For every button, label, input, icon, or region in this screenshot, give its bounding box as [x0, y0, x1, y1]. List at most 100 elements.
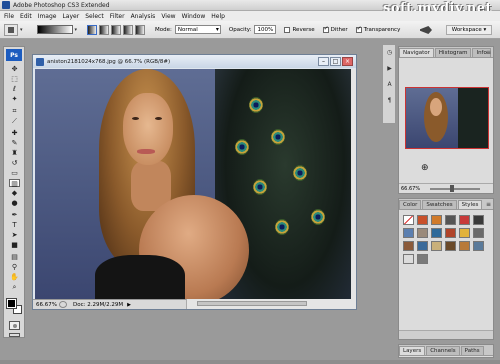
style-swatch[interactable]: [459, 215, 470, 225]
lasso-tool-icon[interactable]: ℓ: [9, 85, 20, 93]
notes-tool-icon[interactable]: ▤: [9, 253, 20, 261]
history-brush-tool-icon[interactable]: ↺: [9, 159, 20, 167]
menu-edit[interactable]: Edit: [20, 13, 32, 20]
tab-swatches[interactable]: Swatches: [422, 200, 457, 209]
pen-tool-icon[interactable]: ✒: [9, 211, 20, 219]
panel-menu-icon[interactable]: ≡: [486, 49, 491, 56]
reflected-gradient-button[interactable]: [123, 24, 134, 35]
gradient-picker[interactable]: [36, 25, 73, 34]
foreground-color-swatch[interactable]: [6, 298, 17, 309]
minimize-button[interactable]: –: [318, 57, 329, 66]
document-title-bar[interactable]: aniston2181024x768.jpg @ 66.7% (RGB/8#) …: [33, 55, 356, 68]
style-swatch[interactable]: [431, 241, 442, 251]
healing-brush-tool-icon[interactable]: ✚: [9, 129, 20, 137]
vertical-scrollbar[interactable]: [351, 69, 356, 301]
style-swatch[interactable]: [459, 228, 470, 238]
quick-mask-button[interactable]: [9, 321, 20, 330]
reverse-checkbox[interactable]: Reverse: [284, 26, 315, 33]
style-swatch[interactable]: [473, 228, 484, 238]
style-swatch[interactable]: [473, 215, 484, 225]
tab-channels[interactable]: Channels: [426, 346, 460, 355]
panel-menu-icon[interactable]: ≡: [486, 201, 491, 208]
eyedropper-tool-icon[interactable]: ⚲: [9, 263, 20, 271]
actions-panel-icon[interactable]: ▶: [385, 65, 394, 74]
zoom-in-icon[interactable]: ⊕: [421, 163, 429, 173]
gradient-tool-icon[interactable]: ▥: [9, 179, 20, 188]
brush-panel-icon[interactable]: [420, 26, 432, 34]
info-icon[interactable]: [59, 301, 67, 308]
type-tool-icon[interactable]: T: [9, 221, 20, 229]
style-swatch[interactable]: [445, 228, 456, 238]
menu-layer[interactable]: Layer: [62, 13, 79, 20]
image-canvas[interactable]: [35, 69, 353, 299]
tab-paths[interactable]: Paths: [460, 346, 484, 355]
navigator-zoom-slider[interactable]: [430, 184, 481, 192]
menu-filter[interactable]: Filter: [110, 13, 125, 20]
tab-layers[interactable]: Layers: [399, 346, 426, 355]
dither-checkbox[interactable]: Dither: [322, 25, 348, 33]
character-panel-icon[interactable]: A: [385, 81, 394, 90]
chevron-down-icon[interactable]: ▾: [75, 27, 78, 33]
style-swatch[interactable]: [445, 215, 456, 225]
style-swatch[interactable]: [445, 241, 456, 251]
style-swatch[interactable]: [431, 215, 442, 225]
linear-gradient-button[interactable]: [87, 24, 98, 35]
marquee-tool-icon[interactable]: ⬚: [9, 75, 20, 83]
style-swatch[interactable]: [403, 215, 414, 225]
style-swatch[interactable]: [417, 228, 428, 238]
tab-histogram[interactable]: Histogram: [434, 48, 472, 57]
shape-tool-icon[interactable]: ■: [9, 241, 20, 249]
style-swatch[interactable]: [403, 254, 414, 264]
menu-view[interactable]: View: [161, 13, 175, 20]
transparency-checkbox[interactable]: Transparency: [355, 25, 400, 33]
menu-window[interactable]: Window: [182, 13, 206, 20]
style-swatch[interactable]: [417, 241, 428, 251]
tab-navigator[interactable]: Navigator: [399, 48, 434, 57]
style-swatch[interactable]: [403, 241, 414, 251]
opacity-input[interactable]: 100%: [254, 25, 277, 34]
maximize-button[interactable]: □: [330, 57, 341, 66]
style-swatch[interactable]: [417, 215, 428, 225]
scrollbar-thumb[interactable]: [197, 301, 307, 306]
zoom-level[interactable]: 66.67%: [36, 302, 57, 308]
move-tool-icon[interactable]: ✥: [9, 65, 20, 73]
hand-tool-icon[interactable]: ✋: [9, 273, 20, 281]
screen-mode-button[interactable]: [9, 333, 20, 337]
clone-stamp-tool-icon[interactable]: ♜: [9, 149, 20, 157]
menu-select[interactable]: Select: [85, 13, 104, 20]
slice-tool-icon[interactable]: ⟋: [9, 117, 20, 125]
menu-file[interactable]: File: [4, 13, 14, 20]
chevron-down-icon[interactable]: ▾: [20, 27, 23, 33]
path-selection-tool-icon[interactable]: ➤: [9, 231, 20, 239]
mode-select[interactable]: Normal: [174, 25, 221, 34]
magic-wand-tool-icon[interactable]: ✦: [9, 95, 20, 103]
brush-tool-icon[interactable]: ✎: [9, 139, 20, 147]
zoom-tool-icon[interactable]: ⌕: [9, 283, 20, 291]
style-swatch[interactable]: [417, 254, 428, 264]
diamond-gradient-button[interactable]: [135, 24, 146, 35]
horizontal-scrollbar[interactable]: [186, 299, 356, 309]
tab-styles[interactable]: Styles: [457, 200, 483, 209]
radial-gradient-button[interactable]: [99, 24, 110, 35]
menu-help[interactable]: Help: [211, 13, 225, 20]
style-swatch[interactable]: [403, 228, 414, 238]
dodge-tool-icon[interactable]: ●: [9, 199, 20, 207]
navigator-thumbnail[interactable]: [405, 87, 489, 149]
crop-tool-icon[interactable]: ⌗: [9, 107, 20, 115]
workspace-button[interactable]: Workspace ▾: [446, 25, 492, 35]
paragraph-panel-icon[interactable]: ¶: [385, 97, 394, 106]
eraser-tool-icon[interactable]: ▭: [9, 169, 20, 177]
style-swatch[interactable]: [459, 241, 470, 251]
history-panel-icon[interactable]: ◷: [385, 49, 394, 58]
style-swatch[interactable]: [431, 228, 442, 238]
blur-tool-icon[interactable]: ◆: [9, 189, 20, 197]
style-swatch[interactable]: [473, 241, 484, 251]
status-menu-arrow-icon[interactable]: ▶: [127, 302, 131, 308]
tab-color[interactable]: Color: [399, 200, 422, 209]
menu-image[interactable]: Image: [38, 13, 57, 20]
navigator-zoom-value[interactable]: 66.67%: [401, 186, 420, 192]
tool-preset-picker[interactable]: [4, 23, 18, 36]
angle-gradient-button[interactable]: [111, 24, 122, 35]
menu-analysis[interactable]: Analysis: [131, 13, 156, 20]
close-button[interactable]: ×: [342, 57, 353, 66]
